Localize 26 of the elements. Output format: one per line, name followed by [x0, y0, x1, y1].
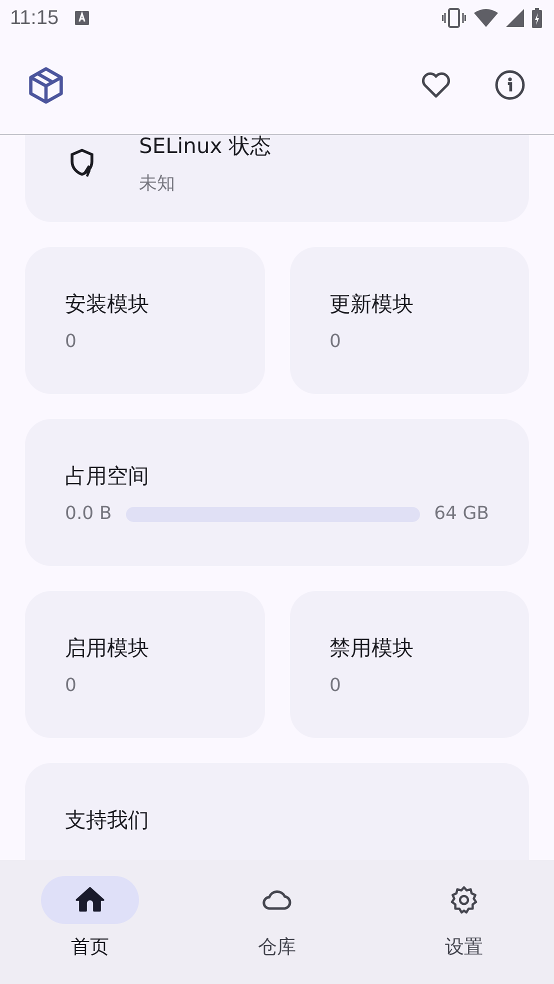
stat-value: 0	[65, 330, 78, 354]
storage-total: 64 GB	[434, 502, 489, 526]
storage-title: 占用空间	[65, 464, 150, 488]
stat-value: 0	[330, 330, 342, 354]
nav-tab[interactable]: 首页	[40, 876, 140, 972]
selinux-value: 未知	[139, 172, 176, 196]
status-time: 11:15	[10, 6, 59, 30]
selinux-title: SELinux 状态	[139, 135, 271, 158]
settings-icon	[448, 884, 480, 916]
storage-used: 0.0 B	[65, 502, 112, 526]
support-title: 支持我们	[65, 808, 150, 832]
stat-label: 安装模块	[65, 292, 150, 316]
vibrate-icon	[442, 8, 466, 28]
signal-icon	[506, 9, 524, 27]
nav-tab[interactable]: 仓库	[227, 876, 327, 972]
stat-label: 启用模块	[65, 636, 150, 660]
nav-tab[interactable]: 设置	[414, 876, 514, 972]
battery-icon	[532, 8, 542, 28]
wifi-icon	[474, 9, 498, 27]
info-icon[interactable]	[493, 68, 527, 102]
stat-label: 更新模块	[330, 292, 414, 316]
stat-value: 0	[330, 674, 342, 698]
keyboard-icon	[74, 11, 89, 25]
box-icon[interactable]	[27, 66, 65, 104]
stat-value: 0	[65, 674, 78, 698]
stat-label: 禁用模块	[330, 636, 414, 660]
